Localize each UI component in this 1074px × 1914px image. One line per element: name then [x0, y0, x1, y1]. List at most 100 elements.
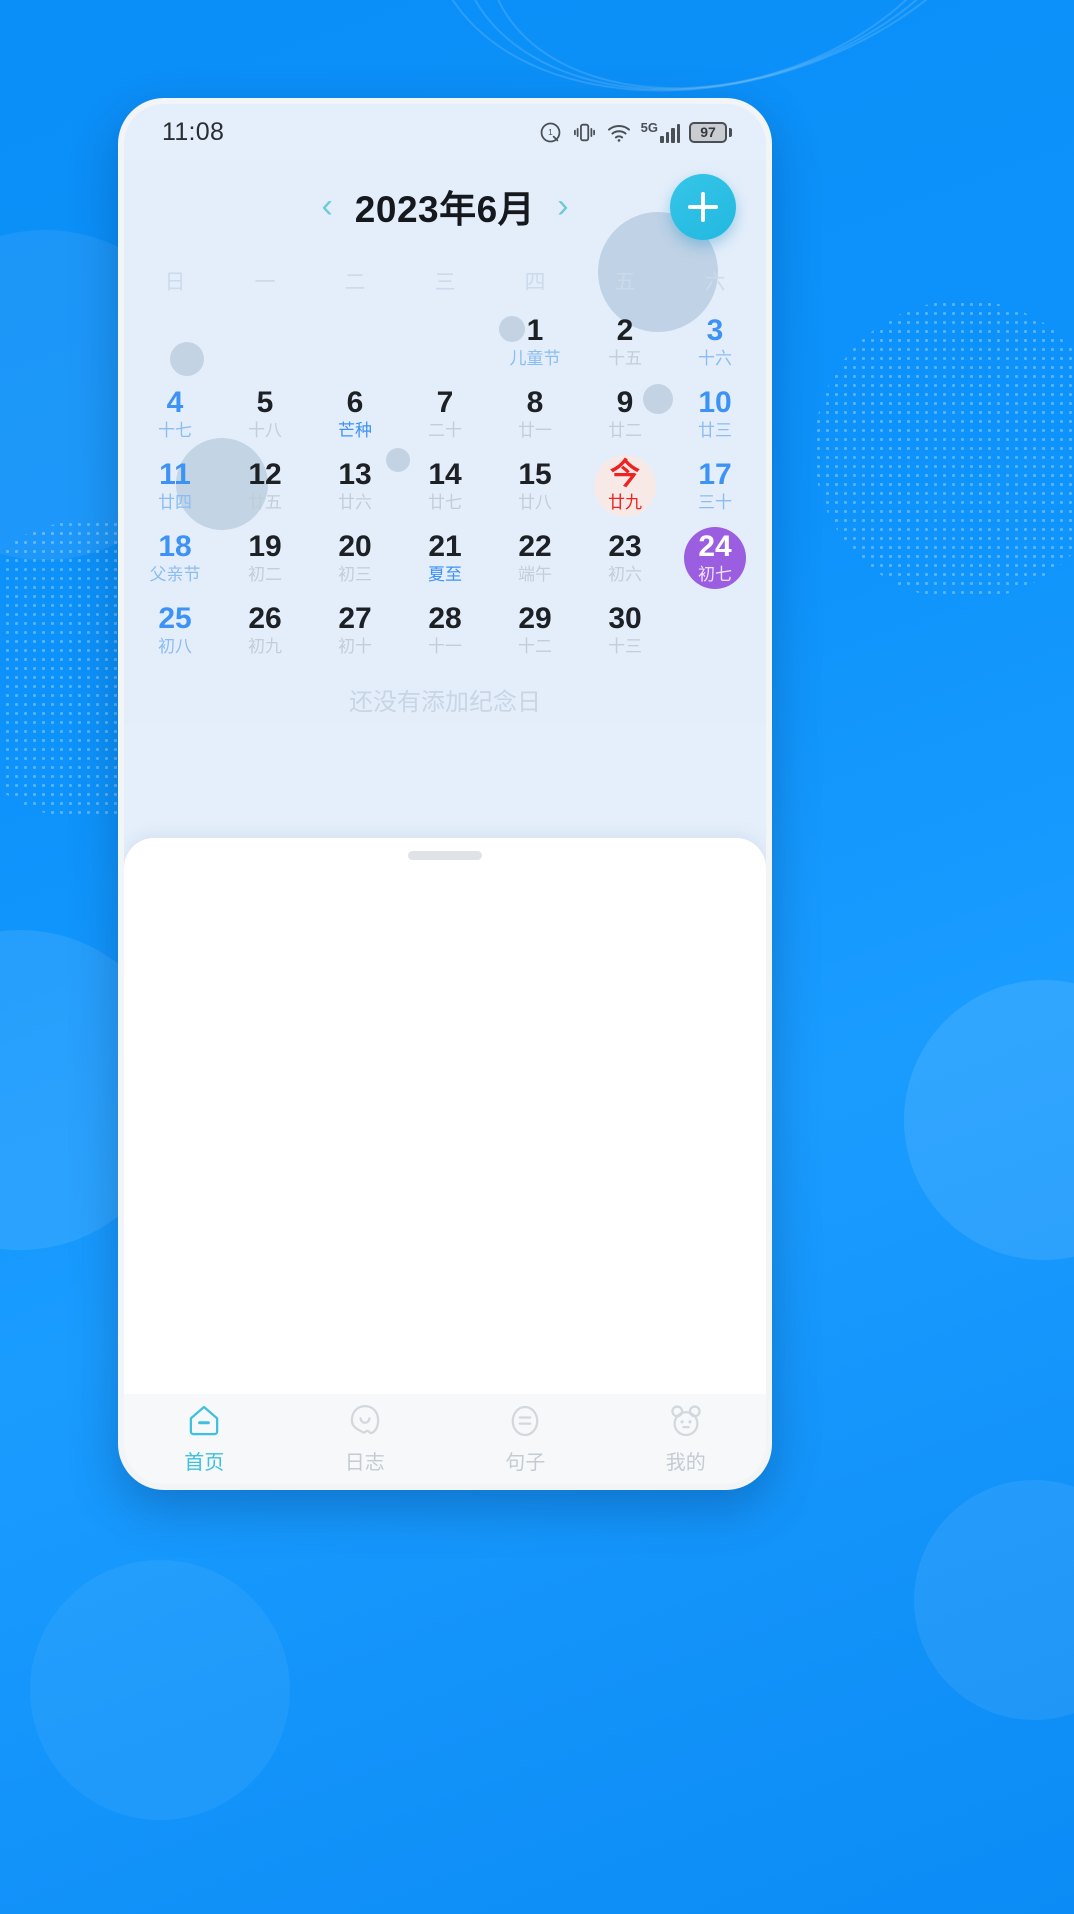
day-number: 19: [248, 530, 282, 564]
calendar-day-cell[interactable]: 18 父亲节: [130, 522, 220, 594]
nav-item-label: 我的: [665, 1452, 706, 1474]
nav-item-label: 首页: [184, 1452, 225, 1474]
calendar-day-cell[interactable]: 6 芒种: [310, 378, 400, 450]
day-number: 18: [158, 530, 192, 564]
day-number: 11: [159, 458, 191, 492]
calendar-day-cell[interactable]: 14 廿七: [400, 450, 490, 522]
day-lunar-label: 廿七: [428, 492, 462, 512]
network-type-label: 5G: [640, 120, 658, 135]
calendar-day-cell[interactable]: 17 三十: [670, 450, 760, 522]
weekday-label-4: 四: [524, 271, 546, 294]
battery-icon: 97: [689, 121, 732, 143]
day-lunar-label: 十六: [698, 348, 732, 368]
calendar-day-cell[interactable]: 20 初三: [310, 522, 400, 594]
weekday-header-row: 日一二三四五六: [124, 252, 766, 300]
calendar-day-cell[interactable]: 23 初六: [580, 522, 670, 594]
calendar-cell-empty: [310, 306, 400, 378]
calendar-day-grid: 1 儿童节 2 十五 3 十六 4 十七 5 十八 6 芒种 7 二十 8 廿一 9 廿二 10 廿三 11 廿四 12 廿五…: [124, 300, 766, 666]
battery-level-label: 97: [700, 124, 716, 140]
day-number: 25: [158, 602, 192, 636]
day-number: 6: [346, 386, 364, 420]
calendar-day-cell[interactable]: 10 廿三: [670, 378, 760, 450]
calendar-cell-empty: [400, 306, 490, 378]
wallpaper: 11:08 1 5G 97 ‹ 2023年6月 › 日 一 二 三 四 五 六 …: [0, 0, 1074, 1914]
nav-item-face[interactable]: 句子: [445, 1400, 606, 1475]
next-month-button[interactable]: ›: [557, 189, 568, 223]
day-lunar-label: 廿五: [248, 492, 282, 512]
alarm-timer-icon: 1: [540, 122, 561, 142]
add-anniversary-button[interactable]: [670, 174, 736, 240]
nav-item-bear[interactable]: 我的: [606, 1400, 767, 1475]
nav-item-home[interactable]: 首页: [124, 1400, 285, 1475]
calendar-cell-empty: [220, 306, 310, 378]
day-lunar-label: 十三: [608, 636, 642, 656]
day-lunar-label: 初二: [248, 564, 282, 584]
day-lunar-label: 初九: [248, 636, 282, 656]
day-number: 23: [608, 530, 642, 564]
calendar-day-cell[interactable]: 22 端午: [490, 522, 580, 594]
day-lunar-label: 廿三: [698, 420, 732, 440]
day-lunar-label: 端午: [518, 564, 552, 584]
day-number: 12: [248, 458, 282, 492]
calendar-day-cell[interactable]: 9 廿二: [580, 378, 670, 450]
calendar-day-cell[interactable]: 19 初二: [220, 522, 310, 594]
day-number: 1: [526, 314, 544, 348]
calendar-day-cell[interactable]: 27 初十: [310, 594, 400, 666]
day-number: 4: [166, 386, 184, 420]
day-lunar-label: 十一: [428, 636, 462, 656]
status-clock: 11:08: [162, 117, 225, 146]
signal-5g-icon: 5G: [641, 121, 680, 143]
calendar-title[interactable]: 2023年6月: [355, 179, 535, 233]
day-lunar-label: 夏至: [428, 564, 462, 584]
phone-screen: 11:08 1 5G 97 ‹ 2023年6月 › 日 一 二 三 四 五 六 …: [124, 104, 766, 1484]
face-icon: [504, 1400, 546, 1442]
status-bar: 11:08 1 5G 97: [124, 104, 766, 160]
calendar-day-cell[interactable]: 29 十二: [490, 594, 580, 666]
day-number: 20: [338, 530, 372, 564]
day-lunar-label: 初七: [698, 564, 732, 584]
nav-item-ghost[interactable]: 日志: [285, 1400, 446, 1475]
calendar-day-cell[interactable]: 3 十六: [670, 306, 760, 378]
empty-state-hint: 还没有添加纪念日: [349, 689, 541, 716]
prev-month-button[interactable]: ‹: [321, 189, 332, 223]
bear-icon: [665, 1400, 707, 1442]
calendar-day-cell[interactable]: 24 初七: [670, 522, 760, 594]
nav-item-label: 句子: [505, 1452, 546, 1474]
day-lunar-label: 初三: [338, 564, 372, 584]
calendar-day-cell[interactable]: 12 廿五: [220, 450, 310, 522]
calendar-day-cell[interactable]: 11 廿四: [130, 450, 220, 522]
day-lunar-label: 廿二: [608, 420, 642, 440]
weekday-label-1: 一: [254, 271, 276, 294]
bottom-navigation-bar: 首页 日志 句子 我的: [124, 1394, 766, 1484]
day-number: 29: [518, 602, 552, 636]
calendar-day-cell[interactable]: 13 廿六: [310, 450, 400, 522]
day-number: 24: [698, 530, 732, 564]
day-lunar-label: 廿六: [338, 492, 372, 512]
nav-item-label: 日志: [344, 1452, 385, 1474]
calendar-day-cell[interactable]: 今廿九: [580, 450, 670, 522]
day-lunar-label: 十五: [608, 348, 642, 368]
calendar-day-cell[interactable]: 21 夏至: [400, 522, 490, 594]
day-lunar-label: 初六: [608, 564, 642, 584]
calendar-day-cell[interactable]: 8 廿一: [490, 378, 580, 450]
calendar-day-cell[interactable]: 15 廿八: [490, 450, 580, 522]
sheet-drag-handle[interactable]: [408, 851, 482, 860]
calendar-day-cell[interactable]: 26 初九: [220, 594, 310, 666]
day-number: 7: [436, 386, 454, 420]
calendar-day-cell[interactable]: 1 儿童节: [490, 306, 580, 378]
day-number: 8: [526, 386, 544, 420]
weekday-label-6: 六: [704, 271, 726, 294]
day-number: 14: [428, 458, 462, 492]
calendar-day-cell[interactable]: 25 初八: [130, 594, 220, 666]
day-number: 13: [338, 458, 372, 492]
calendar-day-cell[interactable]: 7 二十: [400, 378, 490, 450]
day-lunar-label: 廿八: [518, 492, 552, 512]
home-icon: [183, 1400, 225, 1442]
calendar-day-cell[interactable]: 2 十五: [580, 306, 670, 378]
day-number: 26: [248, 602, 282, 636]
calendar-day-cell[interactable]: 28 十一: [400, 594, 490, 666]
day-number: 5: [256, 386, 274, 420]
calendar-day-cell[interactable]: 4 十七: [130, 378, 220, 450]
calendar-day-cell[interactable]: 30 十三: [580, 594, 670, 666]
calendar-day-cell[interactable]: 5 十八: [220, 378, 310, 450]
